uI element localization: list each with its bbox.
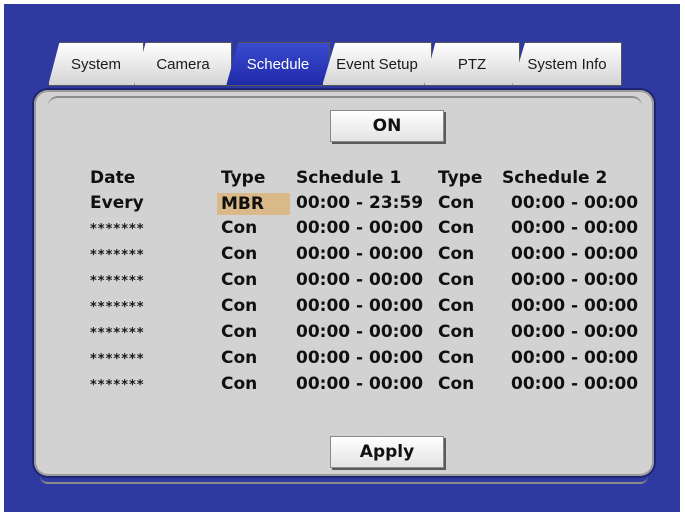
row-type-1[interactable]: Con	[221, 322, 257, 342]
row-type-1[interactable]: Con	[221, 244, 257, 264]
panel-divider-top	[48, 96, 642, 106]
tab-system[interactable]: System	[48, 42, 144, 86]
row-schedule-1[interactable]: 00:00 - 00:00	[296, 348, 423, 368]
row-date[interactable]: *******	[90, 248, 145, 263]
row-date[interactable]: *******	[90, 378, 145, 393]
row-type-2[interactable]: Con	[438, 244, 474, 264]
header-type-2: Type	[438, 168, 483, 188]
row-schedule-2[interactable]: 00:00 - 00:00	[511, 322, 638, 342]
row-schedule-2[interactable]: 00:00 - 00:00	[511, 374, 638, 394]
row-schedule-2[interactable]: 00:00 - 00:00	[511, 270, 638, 290]
row-type-2[interactable]: Con	[438, 218, 474, 238]
panel-divider-bottom	[40, 476, 648, 484]
row-type-1[interactable]: Con	[221, 296, 257, 316]
row-schedule-2[interactable]: 00:00 - 00:00	[511, 244, 638, 264]
row-date[interactable]: *******	[90, 352, 145, 367]
row-schedule-2[interactable]: 00:00 - 00:00	[511, 218, 638, 238]
row-date[interactable]: *******	[90, 274, 145, 289]
tab-schedule[interactable]: Schedule	[226, 42, 330, 86]
row-date[interactable]: Every	[90, 193, 144, 213]
header-schedule-2: Schedule 2	[502, 168, 608, 188]
row-schedule-1[interactable]: 00:00 - 00:00	[296, 218, 423, 238]
row-date[interactable]: *******	[90, 326, 145, 341]
row-schedule-2[interactable]: 00:00 - 00:00	[511, 296, 638, 316]
row-schedule-1[interactable]: 00:00 - 23:59	[296, 193, 423, 213]
row-type-2[interactable]: Con	[438, 374, 474, 394]
row-type-1[interactable]: Con	[221, 348, 257, 368]
tab-event-setup[interactable]: Event Setup	[322, 42, 432, 86]
row-schedule-1[interactable]: 00:00 - 00:00	[296, 322, 423, 342]
row-type-1[interactable]: Con	[221, 218, 257, 238]
row-date[interactable]: *******	[90, 300, 145, 315]
row-type-1[interactable]: Con	[221, 270, 257, 290]
tab-camera[interactable]: Camera	[134, 42, 232, 86]
row-schedule-1[interactable]: 00:00 - 00:00	[296, 270, 423, 290]
row-schedule-1[interactable]: 00:00 - 00:00	[296, 296, 423, 316]
apply-button[interactable]: Apply	[330, 436, 444, 468]
header-type-1: Type	[221, 168, 266, 188]
header-schedule-1: Schedule 1	[296, 168, 402, 188]
row-type-2[interactable]: Con	[438, 348, 474, 368]
row-schedule-1[interactable]: 00:00 - 00:00	[296, 244, 423, 264]
row-type-2[interactable]: Con	[438, 322, 474, 342]
row-type-2[interactable]: Con	[438, 296, 474, 316]
row-schedule-1[interactable]: 00:00 - 00:00	[296, 374, 423, 394]
row-type-2[interactable]: Con	[438, 193, 474, 213]
tab-ptz[interactable]: PTZ	[424, 42, 520, 86]
row-type-2[interactable]: Con	[438, 270, 474, 290]
tab-system-info[interactable]: System Info	[512, 42, 622, 86]
row-schedule-2[interactable]: 00:00 - 00:00	[511, 193, 638, 213]
schedule-on-toggle[interactable]: ON	[330, 110, 444, 142]
row-type-1[interactable]: MBR	[217, 193, 290, 215]
header-date: Date	[90, 168, 136, 188]
row-type-1[interactable]: Con	[221, 374, 257, 394]
row-schedule-2[interactable]: 00:00 - 00:00	[511, 348, 638, 368]
row-date[interactable]: *******	[90, 222, 145, 237]
